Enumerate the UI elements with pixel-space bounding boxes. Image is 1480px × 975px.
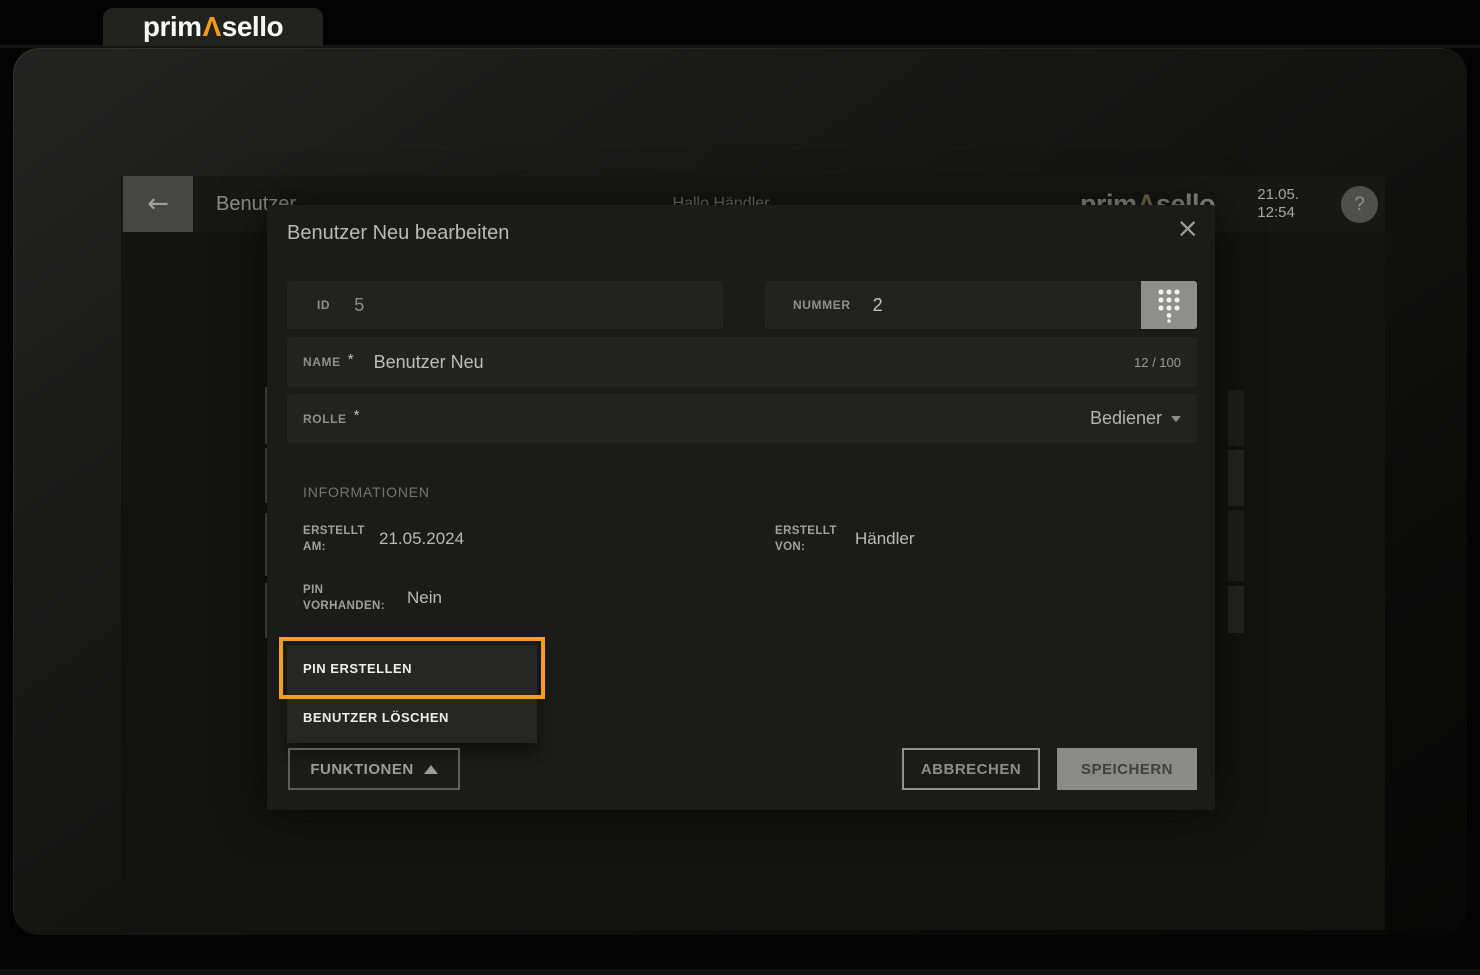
cancel-button[interactable]: ABBRECHEN <box>902 748 1040 790</box>
table-row-fragment <box>1228 390 1244 446</box>
numeric-keypad-button[interactable] <box>1141 281 1197 329</box>
required-asterisk: * <box>348 351 354 368</box>
table-row-fragment <box>1228 586 1244 633</box>
dialog-title: Benutzer Neu bearbeiten <box>287 222 509 245</box>
date-label: 21.05. <box>1257 186 1299 204</box>
app-window: ← Benutzer Hallo Händler primΛsello 21.0… <box>13 48 1467 935</box>
table-row-fragment <box>1228 510 1244 581</box>
help-button[interactable]: ? <box>1341 186 1378 223</box>
rolle-selected-value: Bediener <box>1090 408 1162 429</box>
time-label: 12:54 <box>1257 204 1299 222</box>
menu-item-pin-erstellen[interactable]: PIN ERSTELLEN <box>287 645 537 691</box>
info-created-at: ERSTELLT AM: 21.05.2024 <box>303 523 464 555</box>
rolle-field-label: ROLLE <box>303 412 347 426</box>
nummer-field-label: NUMMER <box>793 298 851 312</box>
name-field[interactable]: NAME * Benutzer Neu 12 / 100 <box>287 337 1197 387</box>
funktionen-menu: PIN ERSTELLEN BENUTZER LÖSCHEN <box>287 645 537 743</box>
browser-tab[interactable]: primΛsello <box>103 8 323 46</box>
chevron-up-icon <box>424 765 438 774</box>
dialpad-icon <box>1156 287 1182 323</box>
char-counter: 12 / 100 <box>1134 355 1181 370</box>
nummer-field-value: 2 <box>873 295 883 316</box>
info-label: PIN VORHANDEN: <box>303 582 395 614</box>
question-mark-icon: ? <box>1354 194 1365 216</box>
info-value: 21.05.2024 <box>379 529 464 549</box>
back-arrow-icon: ← <box>147 191 169 217</box>
funktionen-button[interactable]: FUNKTIONEN <box>288 748 460 790</box>
table-row-fragment <box>1228 450 1244 506</box>
name-field-value: Benutzer Neu <box>374 352 484 373</box>
info-label: ERSTELLT VON: <box>775 523 843 555</box>
back-button[interactable]: ← <box>123 176 193 232</box>
close-icon[interactable]: × <box>1176 215 1199 242</box>
id-field-label: ID <box>317 298 330 312</box>
funktionen-button-label: FUNKTIONEN <box>310 761 413 778</box>
name-field-label: NAME <box>303 355 341 369</box>
datetime-display: 21.05. 12:54 <box>1257 176 1299 232</box>
edit-user-dialog: Benutzer Neu bearbeiten × ID 5 NUMMER 2 <box>267 205 1215 810</box>
info-label: ERSTELLT AM: <box>303 523 367 555</box>
id-field[interactable]: ID 5 <box>287 281 723 329</box>
logo-lambda-icon: Λ <box>202 11 222 42</box>
info-value: Händler <box>855 529 915 549</box>
info-created-by: ERSTELLT VON: Händler <box>775 523 915 555</box>
info-section-heading: INFORMATIONEN <box>303 484 430 500</box>
menu-item-benutzer-loeschen[interactable]: BENUTZER LÖSCHEN <box>287 691 537 743</box>
rolle-dropdown[interactable]: Bediener <box>1090 408 1181 429</box>
save-button[interactable]: SPEICHERN <box>1057 748 1197 790</box>
primasello-logo: primΛsello <box>143 11 283 43</box>
info-pin-exists: PIN VORHANDEN: Nein <box>303 582 442 614</box>
window-bottom-edge <box>0 969 1480 975</box>
required-asterisk: * <box>354 407 360 424</box>
rolle-field[interactable]: ROLLE * Bediener <box>287 394 1197 443</box>
info-value: Nein <box>407 588 442 608</box>
nummer-field[interactable]: NUMMER 2 <box>765 281 1197 329</box>
id-field-value: 5 <box>354 295 364 316</box>
screen: primΛsello ← Benutzer Hallo Händler prim… <box>0 0 1480 975</box>
chevron-down-icon <box>1171 416 1181 422</box>
